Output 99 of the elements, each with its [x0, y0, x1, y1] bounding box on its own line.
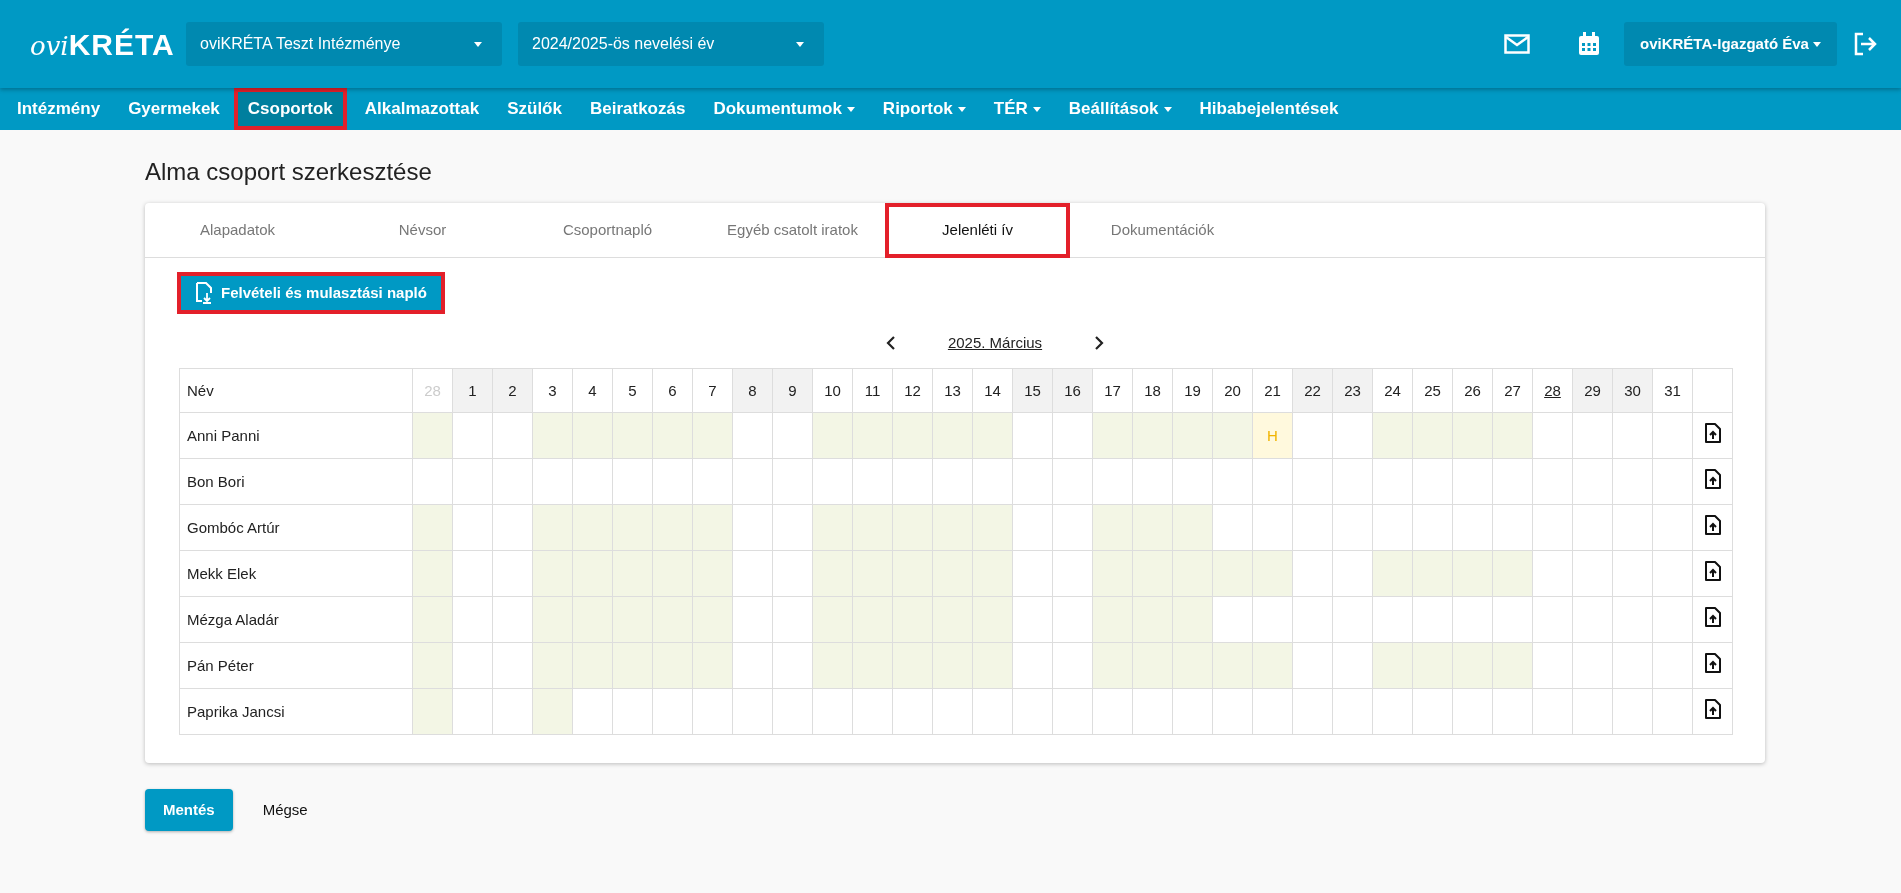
nav-item[interactable]: Dokumentumok — [699, 88, 869, 130]
caret-icon — [957, 106, 966, 112]
cancel-button[interactable]: Mégse — [232, 789, 338, 832]
nav-item[interactable]: Beiratkozás — [575, 88, 700, 130]
tab[interactable]: Egyéb csatolt iratok — [700, 202, 885, 258]
column-header: Név — [179, 368, 413, 413]
day-header: 11 — [852, 368, 893, 413]
upload-button[interactable] — [1704, 652, 1721, 673]
day-header: 18 — [1132, 368, 1173, 413]
nav-item[interactable]: Csoportok — [233, 88, 347, 130]
child-name: Mézga Aladár — [179, 596, 413, 643]
nav-item[interactable]: Beállítások — [1054, 88, 1186, 130]
nav-item[interactable]: Intézmény — [3, 88, 115, 130]
day-header: 16 — [1052, 368, 1093, 413]
logout-icon — [1853, 32, 1877, 56]
day-header: 28 — [1532, 368, 1573, 413]
nav-item[interactable]: Riportok — [868, 88, 980, 130]
child-name: Pán Péter — [179, 642, 413, 689]
day-header: 21 — [1252, 368, 1293, 413]
day-header: 7 — [692, 368, 733, 413]
tab[interactable]: Névsor — [330, 202, 515, 258]
day-header: 4 — [572, 368, 613, 413]
caret-icon — [1032, 106, 1041, 112]
nav-item[interactable]: Szülők — [493, 88, 576, 130]
month-link[interactable]: 2025. Március — [947, 331, 1043, 355]
previous-month-button[interactable] — [885, 336, 896, 351]
day-header: 30 — [1612, 368, 1653, 413]
mail-button[interactable] — [1504, 34, 1530, 54]
user-menu[interactable]: oviKRÉTA-Igazgató Éva — [1624, 22, 1837, 66]
calendar-button[interactable] — [1578, 32, 1600, 56]
file-upload-icon — [1704, 468, 1721, 489]
day-header: 31 — [1652, 368, 1693, 413]
day-header: 9 — [772, 368, 813, 413]
day-header: 6 — [652, 368, 693, 413]
calendar-icon — [1578, 32, 1600, 56]
file-upload-icon — [1704, 698, 1721, 719]
upload-button[interactable] — [1704, 468, 1721, 489]
day-header: 10 — [812, 368, 853, 413]
child-name: Mekk Elek — [179, 550, 413, 597]
file-upload-icon — [1704, 560, 1721, 581]
day-header: 17 — [1092, 368, 1133, 413]
child-name: Bon Bori — [179, 458, 413, 505]
day-header: 5 — [612, 368, 653, 413]
nav-item[interactable]: Gyermekek — [114, 88, 234, 130]
save-button[interactable]: Mentés — [145, 789, 233, 832]
nav-item[interactable]: Hibabejelentések — [1185, 88, 1353, 130]
tab[interactable]: Csoportnapló — [515, 202, 700, 258]
absence-cell: H — [1252, 412, 1293, 459]
caret-icon — [846, 106, 855, 112]
day-header: 8 — [732, 368, 773, 413]
day-header: 22 — [1292, 368, 1333, 413]
upload-button[interactable] — [1704, 560, 1721, 581]
logo-script: ovi — [30, 30, 69, 61]
logo-name: KRÉTA — [68, 27, 175, 61]
caret-icon — [474, 41, 482, 47]
nav-item[interactable]: TÉR — [979, 88, 1055, 130]
day-header: 15 — [1012, 368, 1053, 413]
day-header: 2 — [492, 368, 533, 413]
institution-dropdown[interactable]: oviKRÉTA Teszt Intézménye — [186, 22, 502, 66]
upload-button[interactable] — [1704, 606, 1721, 627]
day-header: 26 — [1452, 368, 1493, 413]
caret-icon — [1812, 41, 1821, 47]
caret-icon — [1163, 106, 1172, 112]
chevron-left-icon — [885, 336, 896, 351]
day-header: 27 — [1492, 368, 1533, 413]
day-header: 13 — [932, 368, 973, 413]
child-name: Anni Panni — [179, 412, 413, 459]
day-header: 12 — [892, 368, 933, 413]
day-header: 29 — [1572, 368, 1613, 413]
day-header: 25 — [1412, 368, 1453, 413]
child-name: Gombóc Artúr — [179, 504, 413, 551]
logout-button[interactable] — [1853, 32, 1877, 56]
upload-button[interactable] — [1704, 422, 1721, 443]
caret-icon — [796, 41, 804, 47]
file-download-icon — [195, 281, 213, 304]
day-header: 3 — [532, 368, 573, 413]
tab[interactable]: Jelenléti ív — [885, 202, 1070, 258]
file-upload-icon — [1704, 514, 1721, 535]
day-header: 1 — [452, 368, 493, 413]
next-month-button[interactable] — [1094, 336, 1105, 351]
day-header: 14 — [972, 368, 1013, 413]
day-header: 24 — [1372, 368, 1413, 413]
file-upload-icon — [1704, 606, 1721, 627]
upload-button[interactable] — [1704, 698, 1721, 719]
upload-button[interactable] — [1704, 514, 1721, 535]
page-title: Alma csoport szerkesztése — [145, 158, 433, 187]
tab[interactable]: Alapadatok — [145, 202, 330, 258]
chevron-right-icon — [1094, 336, 1105, 351]
day-header: 23 — [1332, 368, 1373, 413]
nav-item[interactable]: Alkalmazottak — [350, 88, 494, 130]
tab[interactable]: Dokumentációk — [1070, 202, 1255, 258]
envelope-icon — [1504, 34, 1530, 54]
child-name: Paprika Jancsi — [179, 688, 413, 735]
school-year-dropdown[interactable]: 2024/2025-ös nevelési év — [518, 22, 824, 66]
download-button[interactable]: Felvételi és mulasztási napló — [177, 271, 445, 314]
file-upload-icon — [1704, 422, 1721, 443]
file-upload-icon — [1704, 652, 1721, 673]
day-header: 20 — [1212, 368, 1253, 413]
day-header: 19 — [1172, 368, 1213, 413]
